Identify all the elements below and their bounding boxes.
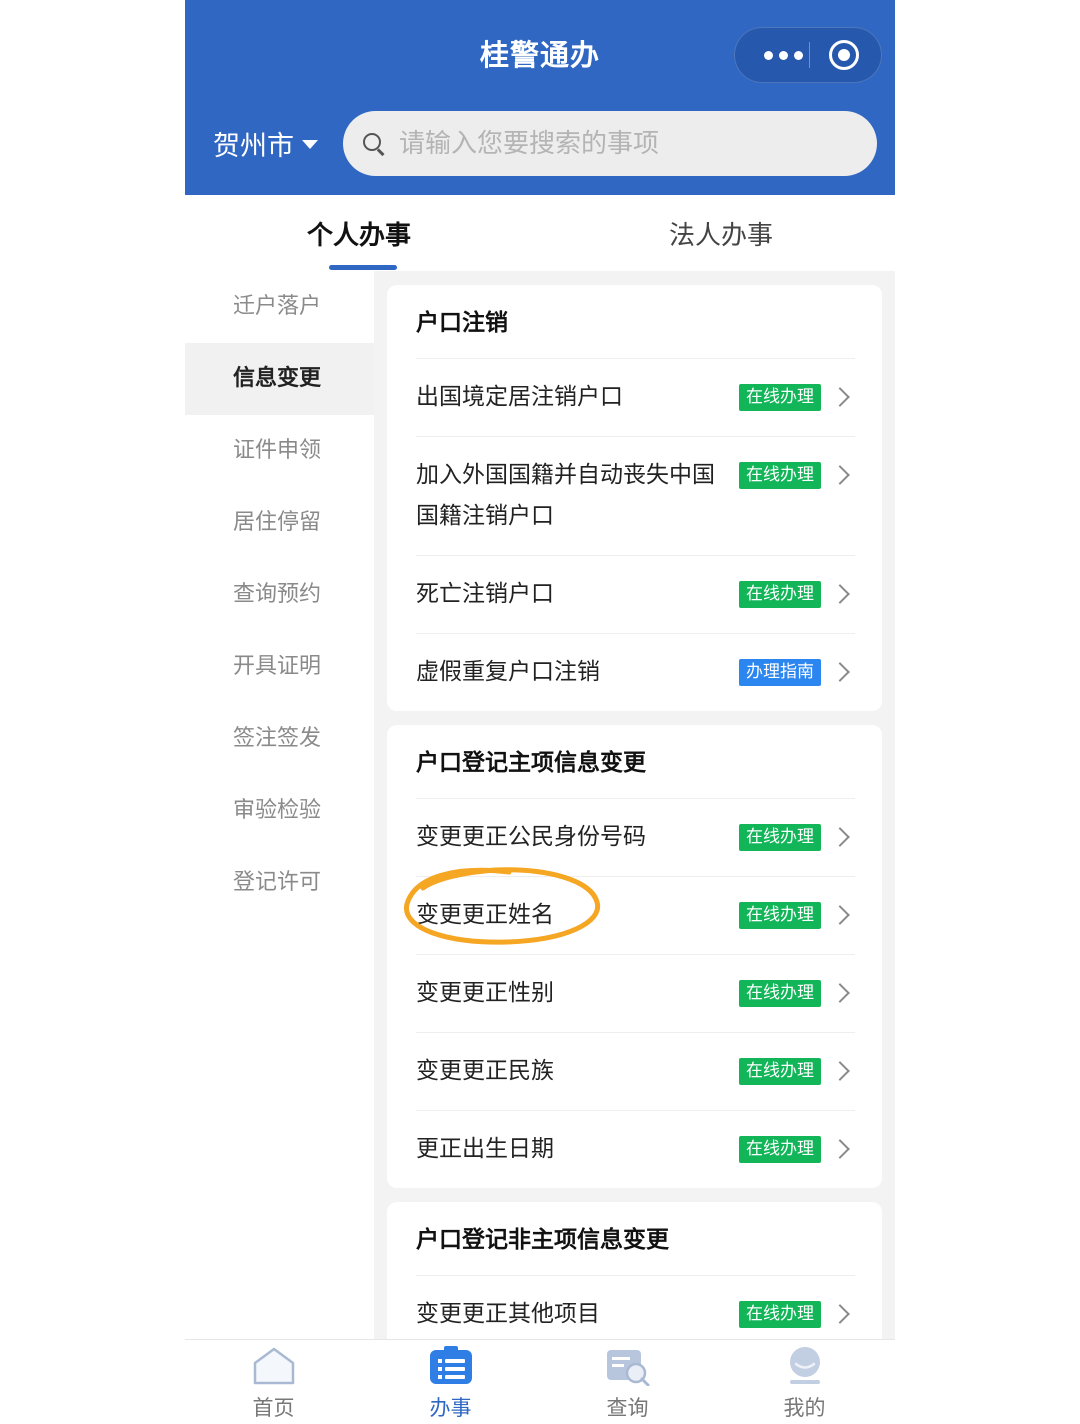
sidebar-item-inspection[interactable]: 审验检验 [185, 775, 374, 847]
chevron-right-icon [830, 662, 850, 682]
list-item[interactable]: 出国境定居注销户口 在线办理 [416, 359, 855, 437]
section-title: 户口登记非主项信息变更 [416, 1202, 855, 1276]
sidebar-item-endorsement[interactable]: 签注签发 [185, 703, 374, 775]
content-area: 迁户落户 信息变更 证件申领 居住停留 查询预约 开具证明 签注签发 审验检验 … [185, 271, 895, 1339]
sidebar-item-residence[interactable]: 居住停留 [185, 487, 374, 559]
sidebar-item-migration[interactable]: 迁户落户 [185, 271, 374, 343]
sidebar-item-registration-permit[interactable]: 登记许可 [185, 847, 374, 919]
nav-label: 我的 [783, 1396, 826, 1420]
item-label: 变更更正姓名 [416, 902, 554, 928]
close-target-icon[interactable] [829, 40, 859, 70]
sidebar-item-id-application[interactable]: 证件申领 [185, 415, 374, 487]
header: 桂警通办 贺州市 [185, 0, 895, 195]
list-item-highlighted[interactable]: 变更更正姓名 在线办理 [416, 877, 855, 955]
chevron-right-icon [830, 584, 850, 604]
item-label: 加入外国国籍并自动丧失中国国籍注销户口 [416, 462, 715, 529]
status-badge: 在线办理 [739, 1301, 821, 1328]
search-icon [363, 132, 385, 155]
status-badge: 在线办理 [739, 1058, 821, 1085]
chevron-right-icon [830, 1061, 850, 1081]
nav-tasks[interactable]: 办事 [362, 1340, 539, 1424]
chevron-right-icon [830, 983, 850, 1003]
chevron-right-icon [830, 1139, 850, 1159]
home-icon [253, 1347, 295, 1385]
city-label: 贺州市 [213, 131, 294, 162]
section-title: 户口注销 [416, 285, 855, 359]
section-card: 户口注销 出国境定居注销户口 在线办理 加入外国国籍并自动丧失中国国籍注销户口 … [387, 285, 882, 711]
item-label: 更正出生日期 [416, 1136, 554, 1162]
nav-label: 查询 [606, 1396, 649, 1420]
status-badge: 在线办理 [739, 384, 821, 411]
sidebar-item-query-appointment[interactable]: 查询预约 [185, 559, 374, 631]
chevron-right-icon [830, 465, 850, 485]
status-badge: 在线办理 [739, 824, 821, 851]
list-item[interactable]: 变更更正性别 在线办理 [416, 955, 855, 1033]
nav-home[interactable]: 首页 [185, 1340, 362, 1424]
nav-label: 首页 [252, 1396, 295, 1420]
active-tab-indicator [329, 265, 397, 270]
chevron-right-icon [830, 905, 850, 925]
caret-down-icon [302, 140, 318, 149]
nav-query[interactable]: 查询 [539, 1340, 716, 1424]
chevron-right-icon [830, 827, 850, 847]
chevron-right-icon [830, 387, 850, 407]
item-label: 出国境定居注销户口 [416, 384, 623, 410]
sidebar-item-certificate[interactable]: 开具证明 [185, 631, 374, 703]
status-badge: 在线办理 [739, 1136, 821, 1163]
item-label: 变更更正性别 [416, 980, 554, 1006]
list-item[interactable]: 虚假重复户口注销 办理指南 [416, 634, 855, 711]
list-item[interactable]: 变更更正民族 在线办理 [416, 1033, 855, 1111]
item-label: 虚假重复户口注销 [416, 659, 600, 685]
search-input[interactable] [397, 127, 861, 160]
service-list: 户口注销 出国境定居注销户口 在线办理 加入外国国籍并自动丧失中国国籍注销户口 … [387, 271, 882, 1339]
task-list-icon [430, 1346, 472, 1384]
section-card: 户口登记非主项信息变更 变更更正其他项目 在线办理 [387, 1202, 882, 1339]
chevron-right-icon [830, 1304, 850, 1324]
profile-icon [790, 1347, 820, 1384]
bottom-navigation: 首页 办事 查询 我的 [185, 1339, 895, 1424]
item-label: 变更更正其他项目 [416, 1301, 600, 1327]
list-item[interactable]: 变更更正其他项目 在线办理 [416, 1276, 855, 1339]
list-item[interactable]: 更正出生日期 在线办理 [416, 1111, 855, 1188]
item-label: 变更更正民族 [416, 1058, 554, 1084]
sidebar-item-info-change[interactable]: 信息变更 [185, 343, 374, 415]
list-item[interactable]: 加入外国国籍并自动丧失中国国籍注销户口 在线办理 [416, 437, 855, 556]
app-screen: 桂警通办 贺州市 个人办事 法人办事 迁户落户 信息变更 证件申领 居住停留 查… [185, 0, 895, 1424]
status-badge: 在线办理 [739, 980, 821, 1007]
section-card: 户口登记主项信息变更 变更更正公民身份号码 在线办理 变更更正姓名 在线办理 变… [387, 725, 882, 1188]
more-icon[interactable] [753, 28, 813, 82]
nav-label: 办事 [429, 1396, 472, 1420]
tab-personal[interactable]: 个人办事 [307, 215, 411, 252]
status-badge: 在线办理 [739, 902, 821, 929]
city-selector[interactable]: 贺州市 [213, 124, 318, 163]
list-item[interactable]: 变更更正公民身份号码 在线办理 [416, 799, 855, 877]
search-bar[interactable] [343, 111, 877, 176]
list-item[interactable]: 死亡注销户口 在线办理 [416, 556, 855, 634]
guide-badge: 办理指南 [739, 659, 821, 686]
status-badge: 在线办理 [739, 581, 821, 608]
item-label: 死亡注销户口 [416, 581, 554, 607]
tab-legal-entity[interactable]: 法人办事 [669, 215, 773, 252]
status-badge: 在线办理 [739, 462, 821, 489]
item-label: 变更更正公民身份号码 [416, 824, 646, 850]
tab-bar: 个人办事 法人办事 [185, 195, 895, 271]
capsule-divider [809, 42, 810, 68]
section-title: 户口登记主项信息变更 [416, 725, 855, 799]
query-search-icon [607, 1350, 650, 1386]
category-sidebar: 迁户落户 信息变更 证件申领 居住停留 查询预约 开具证明 签注签发 审验检验 … [185, 271, 374, 1339]
mini-program-capsule [734, 27, 882, 83]
nav-profile[interactable]: 我的 [716, 1340, 893, 1424]
